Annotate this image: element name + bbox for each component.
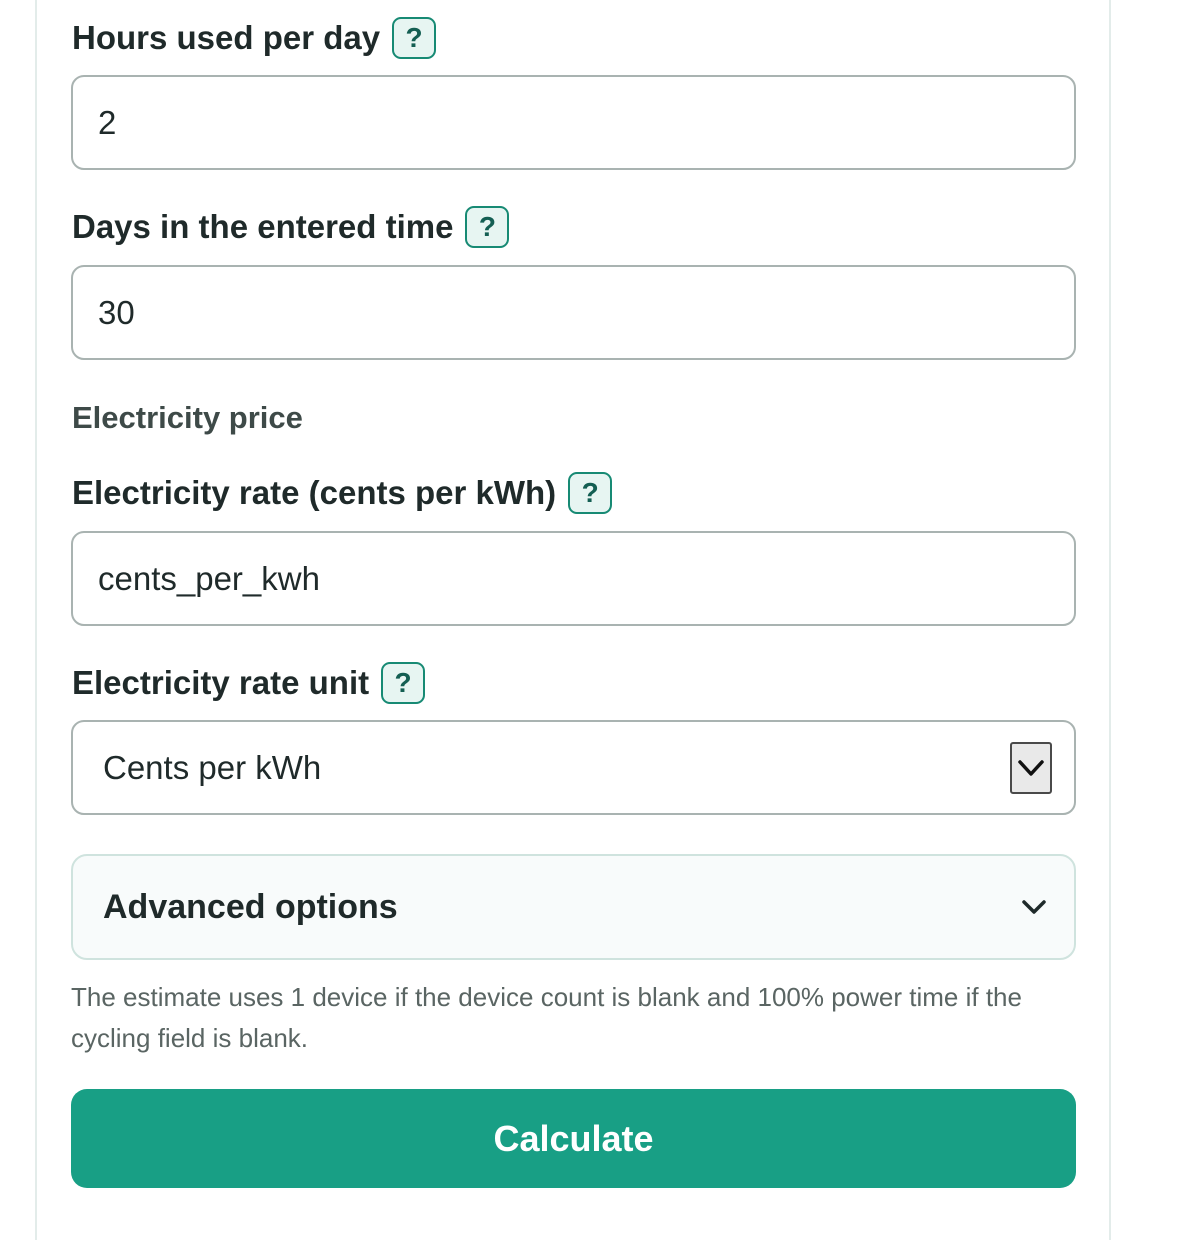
advanced-options-label: Advanced options (103, 887, 398, 926)
rate-field-label-row: Electricity rate (cents per kWh) ? (72, 469, 613, 517)
electricity-rate-value: cents_per_kwh (98, 559, 320, 597)
days-field-label: Days in the entered time (72, 208, 454, 245)
hours-per-day-input[interactable]: 2 (71, 75, 1076, 170)
hours-help-button[interactable]: ? (392, 17, 437, 59)
calculate-button[interactable]: Calculate (71, 1089, 1076, 1188)
unit-field-label: Electricity rate unit (72, 664, 370, 701)
hours-field-label-row: Hours used per day ? (72, 14, 437, 62)
unit-field-label-row: Electricity rate unit ? (72, 659, 426, 707)
rate-unit-select[interactable]: Cents per kWh (71, 720, 1076, 815)
chevron-down-icon (1022, 900, 1046, 914)
rate-unit-selected-value: Cents per kWh (103, 748, 322, 786)
unit-help-button[interactable]: ? (381, 662, 426, 704)
advanced-options-toggle[interactable]: Advanced options (71, 854, 1076, 960)
electricity-price-heading: Electricity price (72, 400, 303, 435)
days-field-label-row: Days in the entered time ? (72, 203, 510, 251)
rate-field-label: Electricity rate (cents per kWh) (72, 474, 557, 511)
hours-field-label: Hours used per day (72, 19, 381, 56)
hours-per-day-value: 2 (98, 103, 117, 141)
rate-help-button[interactable]: ? (568, 472, 613, 514)
days-value: 30 (98, 293, 135, 331)
estimate-note: The estimate uses 1 device if the device… (71, 982, 1022, 1053)
days-input[interactable]: 30 (71, 265, 1076, 360)
chevron-down-icon[interactable] (1010, 742, 1052, 794)
days-help-button[interactable]: ? (465, 206, 510, 248)
electricity-rate-input[interactable]: cents_per_kwh (71, 531, 1076, 626)
